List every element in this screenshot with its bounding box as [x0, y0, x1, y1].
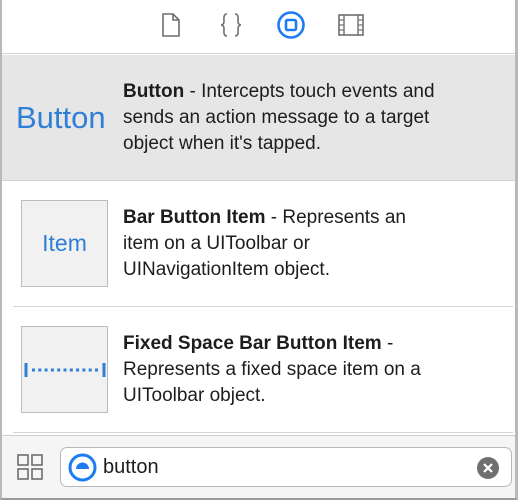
file-icon: [162, 13, 180, 37]
item-name: Button: [123, 81, 185, 102]
library-tab-bar: [2, 0, 515, 54]
filter-bar: [2, 435, 515, 498]
filter-field[interactable]: [60, 447, 512, 487]
filter-icon: [68, 453, 97, 482]
item-description: Button - Intercepts touch events and sen…: [123, 81, 435, 154]
object-library-icon: [277, 11, 305, 39]
item-thumbnail-text: Item: [42, 230, 87, 256]
object-library-list: Button Button - Intercepts touch events …: [2, 55, 515, 435]
list-item[interactable]: Fixed Space Bar Button Item - Represents…: [2, 307, 515, 433]
list-item[interactable]: Button Button - Intercepts touch events …: [2, 55, 515, 181]
item-thumbnail-text: Button: [16, 100, 106, 135]
list-divider: [13, 432, 513, 433]
list-item[interactable]: Item Bar Button Item - Represents an ite…: [2, 182, 515, 306]
media-library-icon: [338, 14, 364, 36]
tab-media-library[interactable]: [336, 10, 366, 40]
item-thumbnail: [21, 326, 108, 413]
item-description: Bar Button Item - Represents an item on …: [123, 207, 406, 280]
tab-object-library[interactable]: [276, 10, 306, 40]
item-description: Fixed Space Bar Button Item - Represents…: [123, 333, 421, 406]
item-name: Bar Button Item: [123, 207, 266, 228]
item-name: Fixed Space Bar Button Item: [123, 333, 382, 354]
filter-input[interactable]: [103, 454, 463, 481]
tab-file-template[interactable]: [156, 10, 186, 40]
clear-icon: [483, 463, 493, 473]
braces-icon: [220, 13, 242, 37]
fixed-space-icon: [24, 362, 105, 377]
tab-code-snippet[interactable]: [216, 10, 246, 40]
item-thumbnail: Item: [21, 200, 108, 287]
clear-filter-button[interactable]: [477, 457, 499, 479]
grid-view-icon: [17, 454, 43, 480]
grid-view-button[interactable]: [16, 453, 44, 481]
